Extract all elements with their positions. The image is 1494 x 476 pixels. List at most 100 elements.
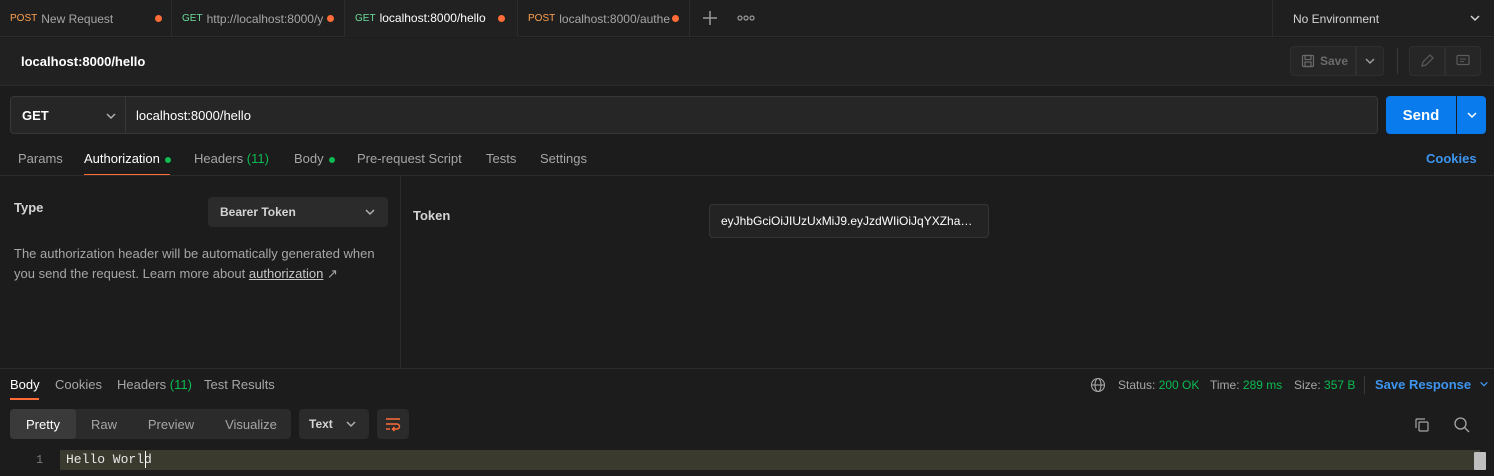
save-response-button[interactable]: Save Response — [1375, 377, 1489, 392]
environment-selector[interactable]: No Environment — [1272, 0, 1494, 37]
time-label: Time: — [1210, 378, 1240, 392]
response-size: Size: 357 B — [1294, 378, 1355, 392]
tab-post-authe[interactable]: POST localhost:8000/authe — [518, 0, 690, 37]
url-input[interactable]: localhost:8000/hello — [126, 96, 1378, 134]
active-tab-underline — [10, 398, 39, 400]
response-format-value: Text — [309, 417, 333, 431]
request-title-bar: localhost:8000/hello Save — [0, 38, 1494, 86]
chevron-down-icon — [105, 110, 117, 125]
wrap-lines-icon — [386, 418, 401, 432]
wrap-lines-button[interactable] — [377, 409, 409, 439]
comment-icon — [1456, 54, 1470, 66]
response-format-select[interactable]: Text — [299, 409, 369, 439]
active-indicator-dot-icon — [164, 156, 171, 163]
tab-headers-count: (11) — [246, 151, 269, 166]
size-label: Size: — [1294, 378, 1321, 392]
tab-authorization[interactable]: Authorization — [84, 151, 171, 166]
editor-scrollbar[interactable] — [1474, 452, 1486, 470]
chevron-down-icon — [1466, 112, 1477, 119]
tab-settings[interactable]: Settings — [540, 151, 587, 166]
token-value: eyJhbGciOiJIUzUxMiJ9.eyJzdWIiOiJqYXZhaW5… — [721, 214, 977, 228]
tab-headers-label: Headers — [194, 151, 244, 166]
tab-label: localhost:8000/authe — [559, 11, 670, 26]
tab-tests[interactable]: Tests — [486, 151, 516, 166]
chevron-down-icon — [1365, 58, 1375, 65]
divider — [1397, 48, 1398, 74]
authorization-docs-link[interactable]: authorization — [249, 266, 323, 281]
tab-label: localhost:8000/hello — [379, 11, 486, 25]
line-number: 1 — [36, 453, 44, 467]
active-indicator-dot-icon — [328, 156, 335, 163]
view-visualize-button[interactable]: Visualize — [214, 409, 288, 439]
cookies-link[interactable]: Cookies — [1426, 151, 1477, 166]
save-label: Save — [1320, 54, 1349, 68]
tab-params[interactable]: Params — [18, 151, 63, 166]
save-response-label: Save Response — [1375, 377, 1472, 392]
time-value: 289 ms — [1242, 378, 1283, 392]
request-title[interactable]: localhost:8000/hello — [21, 54, 145, 69]
status-value: 200 OK — [1158, 378, 1200, 392]
tab-body[interactable]: Body — [294, 151, 335, 166]
tab-get-localhost-y[interactable]: GET http://localhost:8000/y — [172, 0, 345, 37]
tab-new-request[interactable]: POST New Request — [0, 0, 172, 37]
external-link-icon: ↗ — [326, 266, 338, 281]
environment-label: No Environment — [1293, 11, 1380, 26]
text-cursor — [145, 451, 146, 468]
comments-button[interactable] — [1445, 46, 1481, 76]
divider — [0, 175, 1494, 176]
panel-divider[interactable] — [400, 176, 401, 368]
send-options-button[interactable] — [1457, 96, 1486, 134]
status-label: Status: — [1118, 378, 1156, 392]
response-time: Time: 289 ms — [1210, 378, 1282, 392]
url-value: localhost:8000/hello — [136, 107, 251, 123]
globe-icon[interactable] — [1090, 377, 1106, 393]
view-preview-button[interactable]: Preview — [136, 409, 206, 439]
response-tab-headers-label: Headers — [117, 377, 167, 392]
tab-authorization-label: Authorization — [84, 151, 160, 166]
auth-type-select[interactable]: Bearer Token — [208, 197, 388, 227]
tab-method: GET — [182, 13, 203, 24]
size-value: 357 B — [1324, 378, 1356, 392]
response-body-text[interactable]: Hello World — [66, 452, 152, 467]
search-icon[interactable] — [1453, 416, 1471, 434]
more-tabs-ellipsis-icon[interactable] — [736, 10, 756, 26]
tab-label: http://localhost:8000/y — [206, 11, 324, 26]
response-tab-headers-count: (11) — [169, 377, 192, 392]
tab-method: POST — [528, 13, 556, 24]
auth-description: The authorization header will be automat… — [14, 244, 386, 284]
divider — [0, 368, 1494, 369]
unsaved-dot-icon — [498, 15, 505, 22]
view-pretty-button[interactable]: Pretty — [10, 409, 76, 439]
response-tab-test-results[interactable]: Test Results — [204, 377, 275, 392]
chevron-down-icon — [1479, 381, 1488, 387]
tab-headers[interactable]: Headers (11) — [194, 151, 269, 166]
token-input[interactable]: eyJhbGciOiJIUzUxMiJ9.eyJzdWIiOiJqYXZhaW5… — [709, 204, 989, 238]
response-tab-headers[interactable]: Headers (11) — [117, 377, 192, 392]
http-method-value: GET — [22, 107, 49, 123]
auth-type-value: Bearer Token — [220, 205, 296, 219]
tab-method: POST — [10, 13, 38, 24]
copy-icon[interactable] — [1413, 416, 1431, 434]
chevron-down-icon — [1469, 12, 1481, 27]
send-button[interactable]: Send — [1386, 96, 1456, 134]
auth-type-label: Type — [14, 200, 44, 215]
tab-pre-request-script[interactable]: Pre-request Script — [357, 151, 462, 166]
new-tab-plus-icon[interactable] — [700, 8, 720, 28]
response-status: Status: 200 OK — [1118, 378, 1199, 392]
unsaved-dot-icon — [327, 15, 334, 22]
divider — [1364, 376, 1365, 394]
response-tab-cookies[interactable]: Cookies — [55, 377, 102, 392]
view-raw-button[interactable]: Raw — [80, 409, 128, 439]
edit-button[interactable] — [1409, 46, 1445, 76]
save-options-button[interactable] — [1356, 46, 1384, 76]
response-tab-body[interactable]: Body — [10, 377, 40, 392]
tab-method: GET — [355, 12, 376, 24]
current-line-highlight — [60, 450, 1480, 470]
save-button[interactable]: Save — [1290, 46, 1356, 76]
tab-body-label: Body — [294, 151, 324, 166]
http-method-select[interactable]: GET — [10, 96, 126, 134]
unsaved-dot-icon — [155, 15, 162, 22]
pencil-icon — [1421, 54, 1434, 67]
tab-get-hello[interactable]: GET localhost:8000/hello — [345, 0, 518, 37]
chevron-down-icon — [364, 206, 376, 221]
